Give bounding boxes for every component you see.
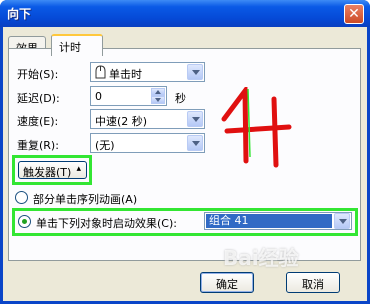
delay-spin-buttons[interactable] [151,88,165,104]
trigger-button[interactable]: 触发器(T) ▴ [18,161,87,179]
chevron-down-icon[interactable] [187,64,203,80]
timing-panel: 开始(S): 单击时 延迟(D): 0 秒 速度(E): 中速(2 秒) 重复(… [8,48,361,261]
chevron-up-icon[interactable] [151,88,165,96]
on-click-radio[interactable] [18,215,31,228]
trigger-object-value: 组合 41 [206,214,332,228]
delay-stepper[interactable]: 0 [90,86,167,106]
speed-value: 中速(2 秒) [95,115,148,128]
close-button[interactable]: ✕ [344,4,364,24]
trigger-highlight: 触发器(T) ▴ [12,155,92,185]
chevron-down-icon[interactable] [151,96,165,104]
dialog-window: 向下 ✕ 效果 计时 开始(S): 单击时 延迟(D): 0 秒 [0,0,370,304]
hand-drawn-annotation [221,87,292,168]
speed-label: 速度(E): [17,115,59,128]
trigger-button-label: 触发器(T) [23,166,72,179]
sequence-radio[interactable] [15,191,28,204]
cancel-button[interactable]: 取消 [286,272,340,293]
chevron-up-icon: ▴ [76,164,81,174]
on-click-highlight: 单击下列对象时启动效果(C): 组合 41 [12,208,358,236]
start-value: 单击时 [109,68,142,81]
sequence-radio-label: 部分单击序列动画(A) [33,193,138,206]
repeat-value: (无) [95,139,115,152]
ok-button-label: 确定 [216,278,238,291]
repeat-select[interactable]: (无) [90,133,205,153]
start-select[interactable]: 单击时 [90,62,205,82]
tab-timing-label: 计时 [59,41,81,54]
dialog-body: 效果 计时 开始(S): 单击时 延迟(D): 0 秒 速度(E): [3,27,367,301]
tab-timing[interactable]: 计时 [51,34,103,56]
speed-select[interactable]: 中速(2 秒) [90,109,205,129]
cancel-button-label: 取消 [302,278,324,291]
ok-button[interactable]: 确定 [200,272,254,293]
repeat-label: 重复(R): [17,139,59,152]
mouse-click-icon [95,65,106,79]
window-title: 向下 [7,7,32,21]
close-icon: ✕ [348,6,360,22]
chevron-down-icon[interactable] [187,135,203,151]
title-bar[interactable]: 向下 ✕ [0,0,370,27]
delay-unit: 秒 [175,92,186,105]
chevron-down-icon[interactable] [187,111,203,127]
delay-label: 延迟(D): [17,92,60,105]
delay-value: 0 [95,90,102,103]
on-click-radio-label: 单击下列对象时启动效果(C): [36,217,177,230]
start-label: 开始(S): [17,68,59,81]
watermark: Bai经验 [223,246,299,270]
trigger-object-select[interactable]: 组合 41 [204,212,352,230]
chevron-down-icon[interactable] [334,213,350,229]
